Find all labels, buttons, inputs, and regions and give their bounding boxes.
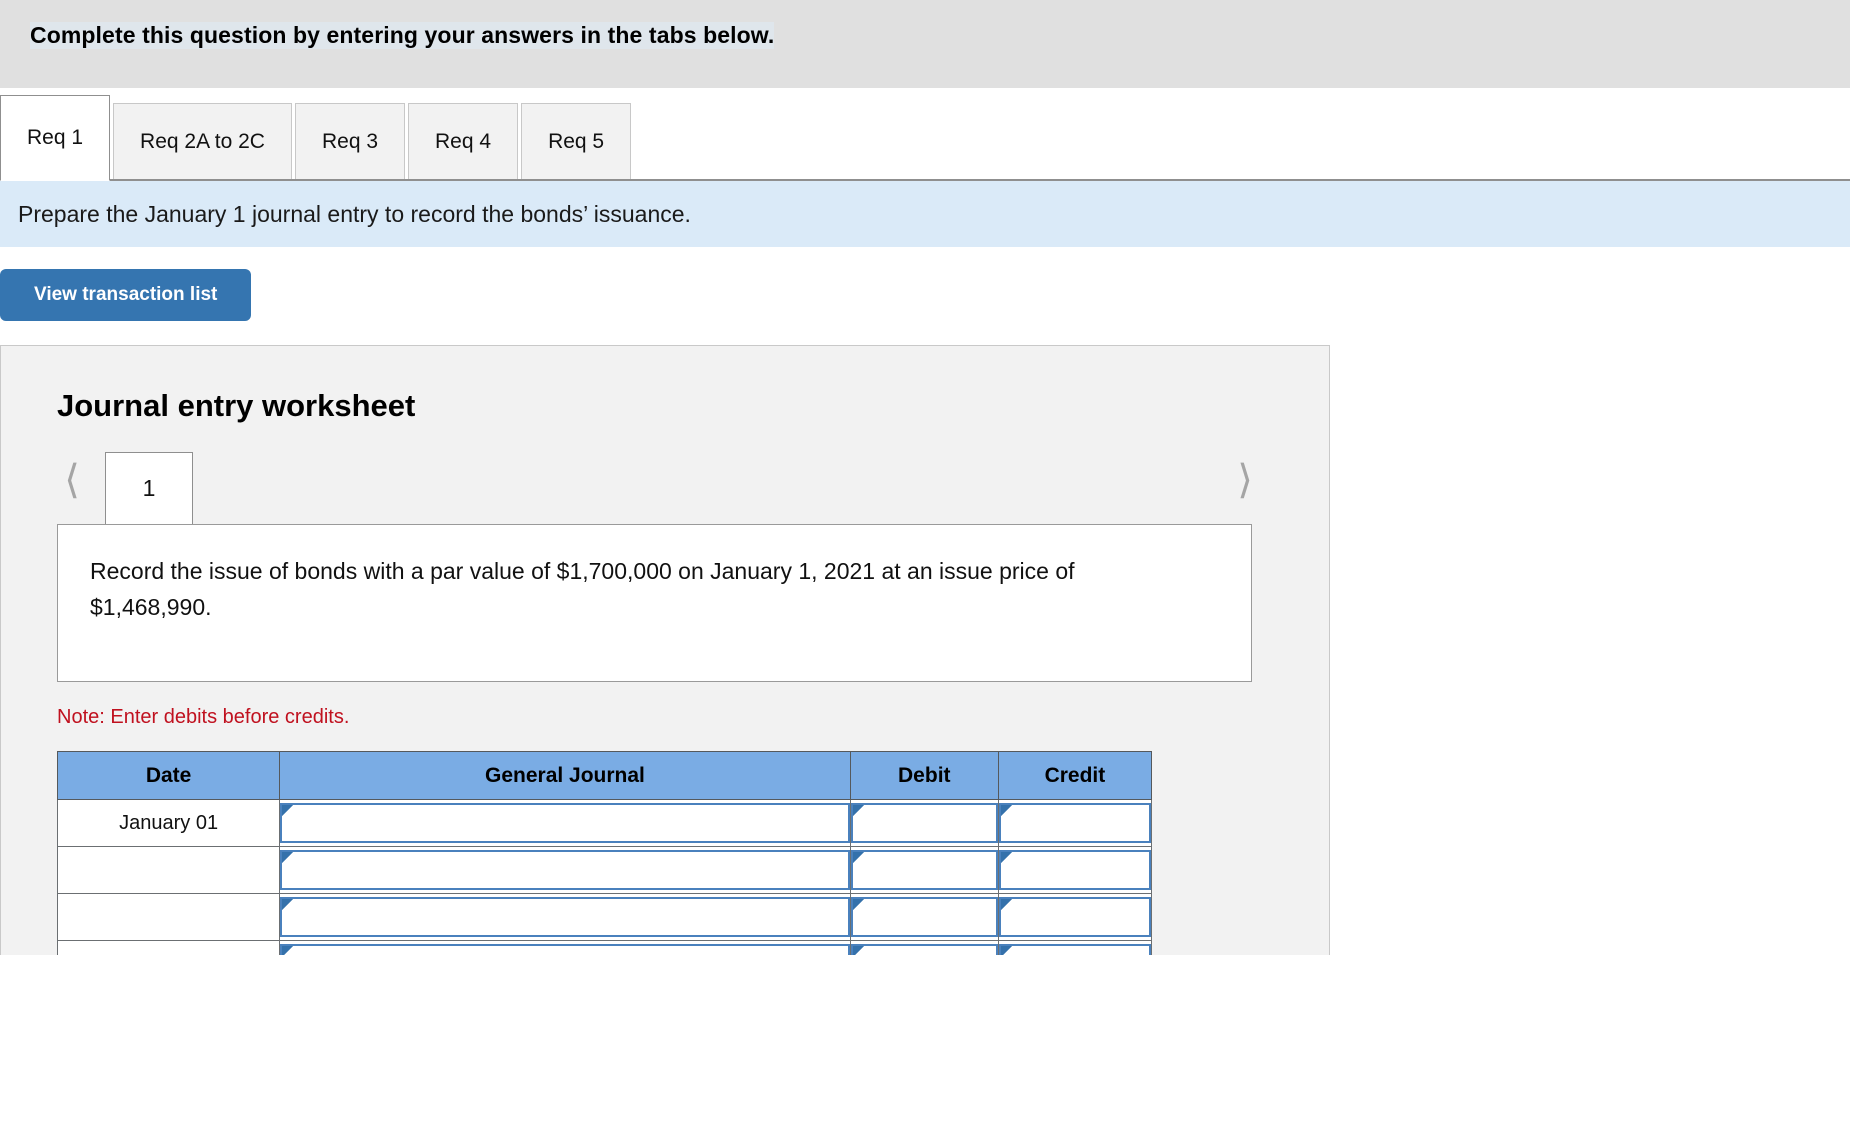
table-row: January 01: [56, 799, 1153, 847]
toolbar: View transaction list: [0, 247, 1850, 321]
journal-general-journal-cell[interactable]: [279, 799, 851, 847]
tab-req-4[interactable]: Req 4: [408, 103, 519, 181]
cell-marker-icon: [282, 852, 294, 863]
debit-amount-input[interactable]: [850, 803, 998, 843]
journal-table-header-row: Date General Journal Debit Credit: [56, 751, 1153, 800]
worksheet-page-number: 1: [142, 475, 156, 501]
journal-general-journal-cell[interactable]: [279, 846, 851, 894]
tab-req-4-label: Req 4: [435, 130, 492, 153]
tab-req-5[interactable]: Req 5: [521, 103, 632, 181]
instruction-text: Complete this question by entering your …: [30, 22, 775, 49]
view-transaction-list-button[interactable]: View transaction list: [0, 269, 252, 321]
account-select-input[interactable]: [280, 944, 850, 955]
debits-before-credits-note: Note: Enter debits before credits.: [57, 706, 350, 728]
journal-general-journal-cell[interactable]: [279, 893, 851, 941]
debit-amount-input[interactable]: [850, 897, 998, 937]
tab-req-3-label: Req 3: [321, 130, 379, 153]
table-row: [56, 893, 1153, 941]
credit-amount-input[interactable]: [998, 897, 1151, 937]
cell-marker-icon: [1000, 805, 1012, 816]
cell-marker-icon: [282, 946, 294, 955]
table-row: [56, 846, 1153, 894]
account-select-input[interactable]: [280, 803, 850, 843]
tab-bar-underline: [0, 179, 1850, 181]
journal-credit-cell[interactable]: [997, 893, 1153, 941]
cell-marker-icon: [852, 899, 864, 910]
worksheet-title: Journal entry worksheet: [57, 388, 416, 423]
account-select-input[interactable]: [280, 850, 850, 890]
journal-table-body: January 01: [56, 799, 1153, 955]
cell-marker-icon: [1000, 899, 1012, 910]
tab-req-1[interactable]: Req 1: [0, 95, 111, 181]
tab-req-3[interactable]: Req 3: [294, 103, 406, 181]
tab-req-2a-to-2c-label: Req 2A to 2C: [140, 130, 265, 153]
column-header-credit: Credit: [997, 751, 1153, 800]
cell-marker-icon: [1000, 946, 1012, 955]
requirement-banner: Prepare the January 1 journal entry to r…: [0, 181, 1850, 247]
worksheet-page-tab-1[interactable]: 1: [105, 452, 193, 524]
journal-credit-cell[interactable]: [997, 940, 1153, 955]
journal-debit-cell[interactable]: [849, 893, 999, 941]
cell-marker-icon: [852, 946, 864, 955]
journal-entry-worksheet-panel: Journal entry worksheet ⟨ 1 ⟩ Record the…: [0, 345, 1330, 955]
requirement-text: Prepare the January 1 journal entry to r…: [18, 200, 691, 227]
column-header-debit: Debit: [849, 751, 999, 800]
transaction-description-card: Record the issue of bonds with a par val…: [57, 524, 1252, 682]
table-row: [56, 940, 1153, 955]
debit-amount-input[interactable]: [850, 850, 998, 890]
journal-entry-table: Date General Journal Debit Credit Januar…: [56, 751, 1153, 955]
chevron-right-icon[interactable]: ⟩: [1226, 460, 1264, 504]
credit-amount-input[interactable]: [998, 850, 1151, 890]
cell-marker-icon: [852, 805, 864, 816]
tab-bar: Req 1 Req 2A to 2C Req 3 Req 4 Req 5: [0, 88, 1850, 181]
journal-credit-cell[interactable]: [997, 799, 1153, 847]
journal-date-cell[interactable]: January 01: [56, 799, 281, 847]
journal-debit-cell[interactable]: [849, 940, 999, 955]
tab-req-1-label: Req 1: [27, 126, 84, 149]
journal-date-cell[interactable]: [56, 846, 281, 894]
journal-debit-cell[interactable]: [849, 846, 999, 894]
tab-list: Req 1 Req 2A to 2C Req 3 Req 4 Req 5: [0, 95, 634, 181]
cell-marker-icon: [282, 805, 294, 816]
journal-date-cell[interactable]: [56, 893, 281, 941]
instruction-banner: Complete this question by entering your …: [0, 0, 1850, 88]
debit-amount-input[interactable]: [850, 944, 998, 955]
column-header-date: Date: [56, 751, 281, 800]
journal-credit-cell[interactable]: [997, 846, 1153, 894]
cell-marker-icon: [1000, 852, 1012, 863]
tab-req-2a-to-2c[interactable]: Req 2A to 2C: [113, 103, 292, 181]
chevron-left-icon[interactable]: ⟨: [53, 460, 91, 504]
account-select-input[interactable]: [280, 897, 850, 937]
journal-general-journal-cell[interactable]: [279, 940, 851, 955]
cell-marker-icon: [282, 899, 294, 910]
credit-amount-input[interactable]: [998, 944, 1151, 955]
column-header-general-journal: General Journal: [279, 751, 851, 800]
worksheet-pager: ⟨ 1 ⟩: [1, 452, 1329, 524]
transaction-description-text: Record the issue of bonds with a par val…: [90, 558, 1075, 620]
journal-table-wrapper: Date General Journal Debit Credit Januar…: [56, 751, 1153, 955]
journal-date-cell[interactable]: [56, 940, 281, 955]
credit-amount-input[interactable]: [998, 803, 1151, 843]
cell-marker-icon: [852, 852, 864, 863]
journal-debit-cell[interactable]: [849, 799, 999, 847]
tab-req-5-label: Req 5: [548, 130, 605, 153]
